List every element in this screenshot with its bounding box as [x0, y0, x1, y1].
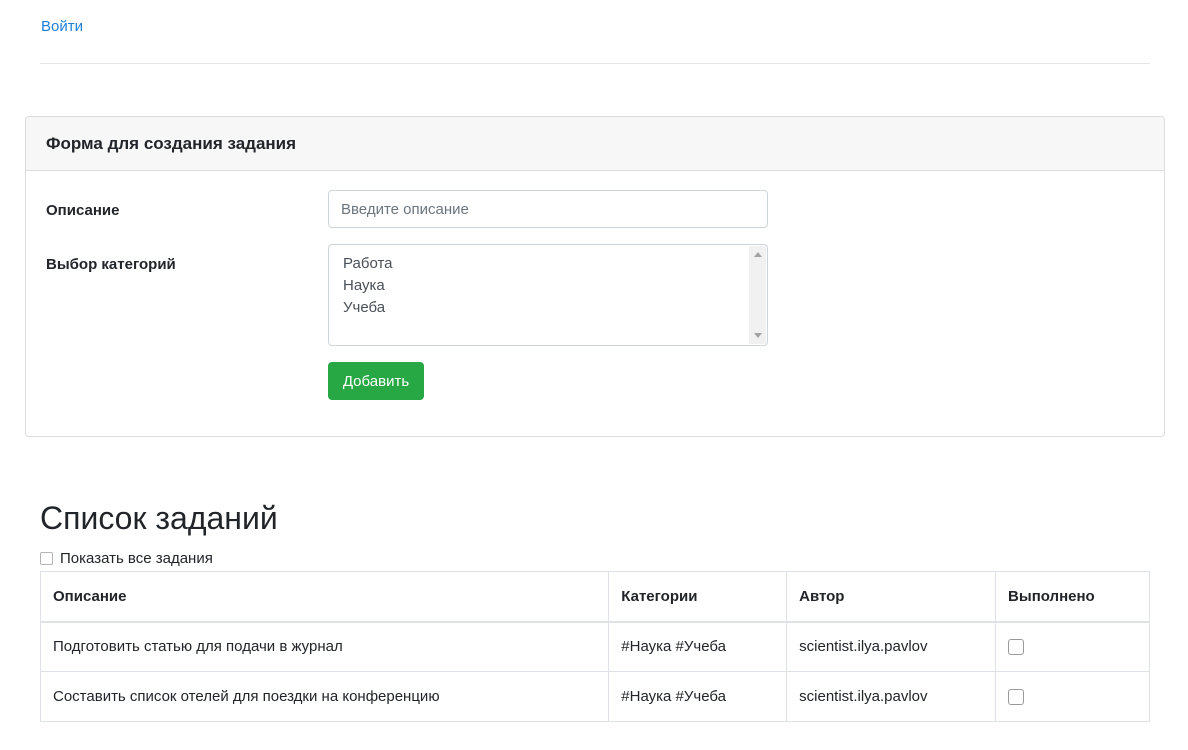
column-header-description: Описание: [39, 571, 610, 623]
description-input[interactable]: [328, 190, 768, 228]
tasks-table: Описание Категории Автор Выполнено Подго…: [39, 571, 1150, 722]
category-option-study[interactable]: Учеба: [343, 297, 767, 319]
task-done-cell: [995, 671, 1150, 722]
header-divider: [40, 63, 1150, 64]
task-done-cell: [995, 621, 1150, 672]
table-header-row: Описание Категории Автор Выполнено: [39, 571, 1150, 623]
show-all-checkbox[interactable]: [40, 552, 53, 565]
show-all-toggle[interactable]: Показать все задания: [40, 550, 213, 567]
create-task-card: Форма для создания задания Описание Выбо…: [25, 116, 1165, 437]
category-label: Выбор категорий: [46, 256, 176, 273]
category-scrollbar[interactable]: [749, 246, 766, 344]
task-categories: #Наука #Учеба: [608, 621, 788, 672]
scroll-up-arrow-icon[interactable]: [754, 252, 762, 257]
table-row: Подготовить статью для подачи в журнал #…: [39, 621, 1150, 672]
description-label: Описание: [46, 202, 120, 219]
category-option-science[interactable]: Наука: [343, 275, 767, 297]
table-row: Составить список отелей для поездки на к…: [39, 671, 1150, 722]
category-option-work[interactable]: Работа: [343, 253, 767, 275]
add-task-button[interactable]: Добавить: [328, 362, 424, 400]
column-header-done: Выполнено: [995, 571, 1150, 623]
scroll-down-arrow-icon[interactable]: [754, 333, 762, 338]
column-header-author: Автор: [786, 571, 997, 623]
task-list-title: Список заданий: [40, 500, 278, 536]
task-description: Подготовить статью для подачи в журнал: [39, 621, 610, 672]
card-title: Форма для создания задания: [26, 117, 1164, 171]
login-link[interactable]: Войти: [41, 18, 83, 35]
task-description: Составить список отелей для поездки на к…: [39, 671, 610, 722]
task-done-checkbox[interactable]: [1008, 639, 1025, 656]
task-author: scientist.ilya.pavlov: [786, 671, 997, 722]
task-author: scientist.ilya.pavlov: [786, 621, 997, 672]
show-all-label: Показать все задания: [60, 550, 213, 567]
category-multiselect[interactable]: Работа Наука Учеба: [328, 244, 768, 346]
task-categories: #Наука #Учеба: [608, 671, 788, 722]
task-done-checkbox[interactable]: [1008, 689, 1025, 706]
column-header-categories: Категории: [608, 571, 788, 623]
